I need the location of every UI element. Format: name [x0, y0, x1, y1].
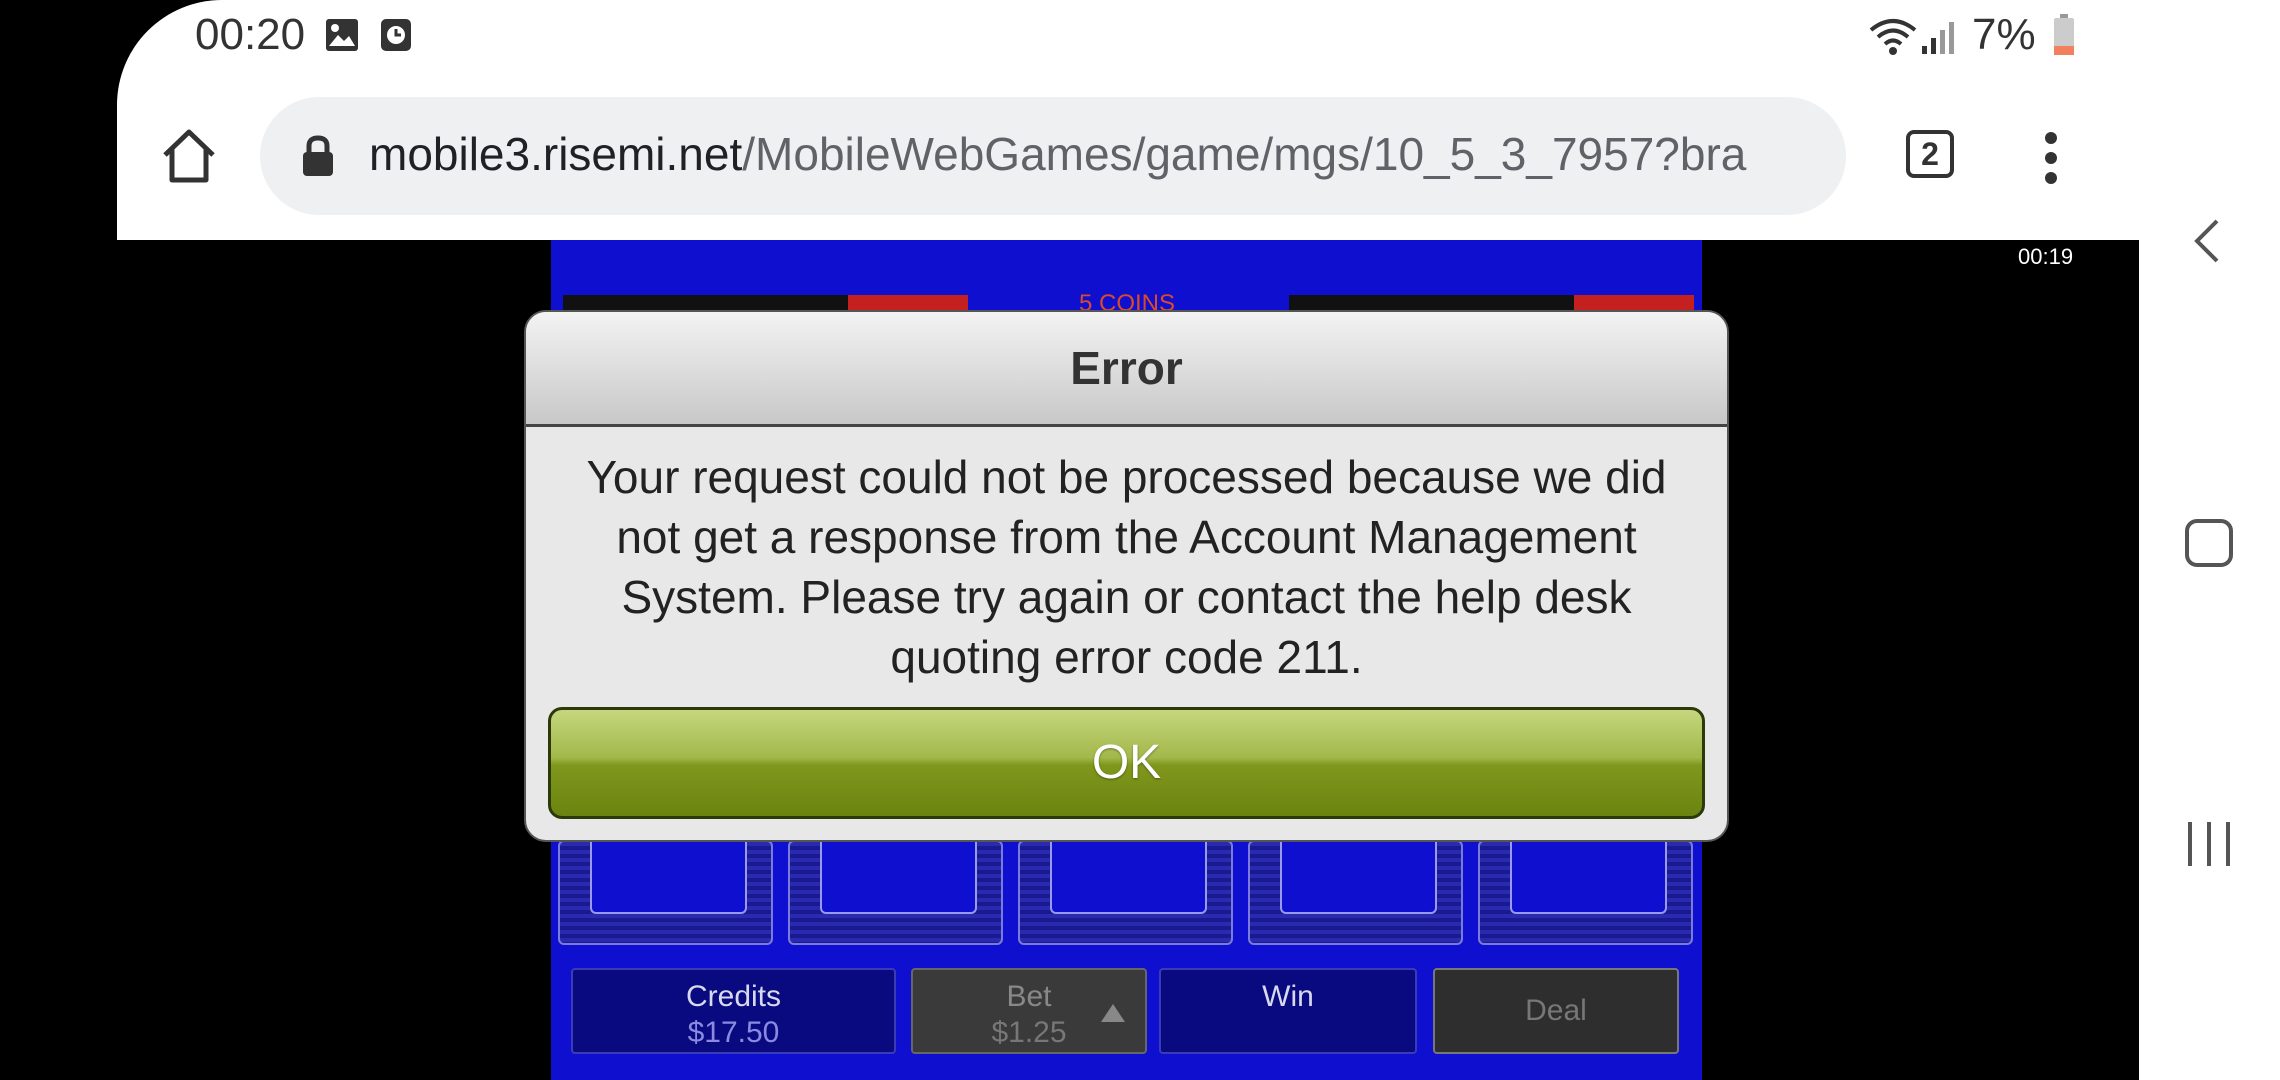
signal-icon: [1922, 22, 1954, 54]
back-icon[interactable]: [2191, 218, 2223, 264]
card-slot-3[interactable]: [1018, 840, 1233, 945]
recents-icon[interactable]: [2186, 820, 2232, 868]
ok-label: OK: [1091, 736, 1162, 789]
error-dialog: Error Your request could not be processe…: [524, 310, 1729, 842]
dialog-title: Error: [1070, 342, 1183, 394]
card-slot-1[interactable]: [558, 840, 773, 945]
dialog-message: Your request could not be processed beca…: [586, 451, 1667, 683]
home-square-icon[interactable]: [2184, 518, 2234, 568]
url-text[interactable]: mobile3.risemi.net/MobileWebGames/game/m…: [369, 127, 1746, 181]
win-label: Win: [1262, 980, 1314, 1013]
url-path: /MobileWebGames/game/mgs/10_5_3_7957?bra: [742, 128, 1747, 180]
wifi-icon: [1869, 19, 1917, 55]
browser-chrome: 00:20 7% mobile3.risemi.net/MobileWebGam…: [117, 0, 2139, 240]
tabs-icon[interactable]: 2: [1906, 130, 1954, 178]
credits-value: $17.50: [687, 1016, 780, 1049]
card-slot-4[interactable]: [1248, 840, 1463, 945]
deal-label: Deal: [1525, 994, 1587, 1027]
credits-label: Credits: [685, 980, 782, 1013]
clock-icon: [381, 19, 411, 51]
credits-box: Credits $17.50: [571, 968, 896, 1054]
status-time: 00:20: [195, 10, 306, 59]
menu-icon[interactable]: [2043, 130, 2059, 186]
home-icon[interactable]: [160, 127, 218, 185]
bet-up-arrow-icon[interactable]: [1101, 1004, 1125, 1022]
lock-icon[interactable]: [300, 135, 336, 177]
card-slot-5[interactable]: [1478, 840, 1693, 945]
win-box: Win: [1159, 968, 1417, 1054]
battery-icon: [2054, 14, 2074, 55]
url-bar[interactable]: mobile3.risemi.net/MobileWebGames/game/m…: [260, 97, 1846, 215]
image-icon: [326, 19, 358, 51]
url-host: mobile3.risemi.net: [369, 128, 743, 180]
battery-percent: 7%: [1972, 10, 2036, 59]
ok-button[interactable]: OK: [548, 707, 1705, 819]
video-timestamp: 00:19: [2018, 244, 2074, 269]
nav-bar: [2139, 0, 2280, 1080]
deal-button[interactable]: Deal: [1433, 968, 1679, 1054]
dialog-header: Error: [526, 312, 1727, 427]
card-slot-2[interactable]: [788, 840, 1003, 945]
bet-button[interactable]: Bet $1.25: [911, 968, 1147, 1054]
